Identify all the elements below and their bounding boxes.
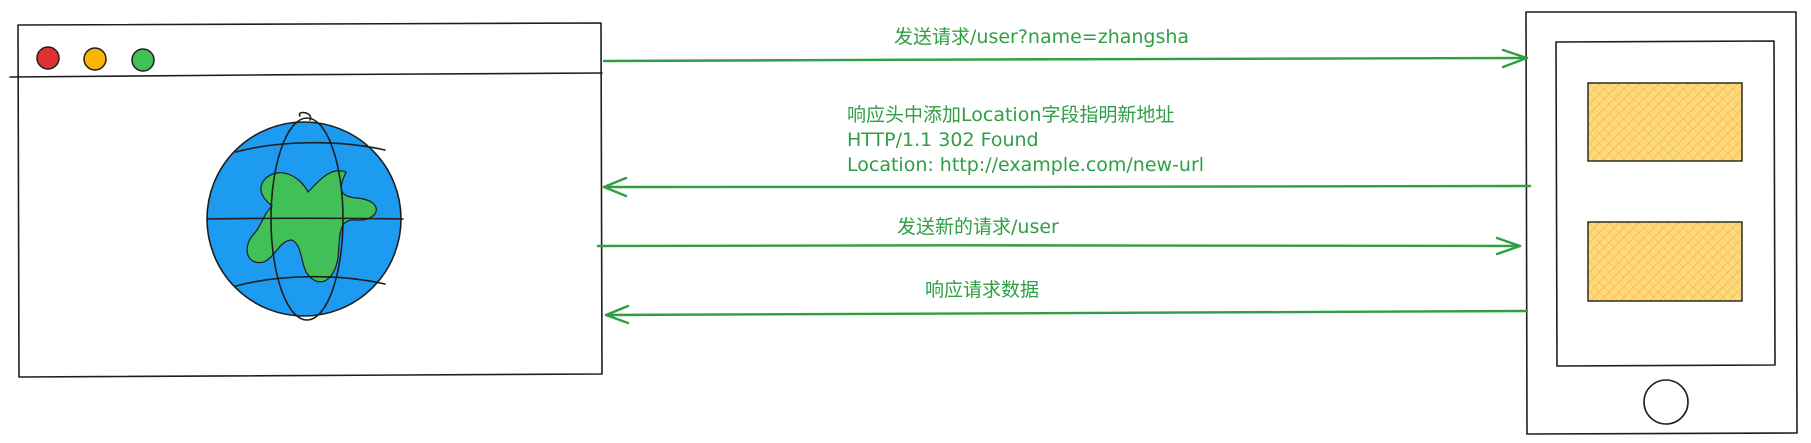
arrow-data-response (604, 304, 1529, 325)
server-device (1525, 11, 1798, 435)
redirect-label-line3: Location: http://example.com/new-url (847, 154, 1204, 176)
server-panel-bottom (1587, 221, 1743, 302)
globe-icon (206, 111, 404, 321)
arrow-new-request (596, 236, 1522, 256)
arrow-request (602, 48, 1529, 69)
maximize-dot-icon (131, 48, 155, 72)
browser-window (9, 22, 603, 378)
arrow-redirect-response (602, 176, 1532, 198)
server-panel-top (1587, 82, 1743, 162)
redirect-label-line1: 响应头中添加Location字段指明新地址 (847, 104, 1174, 126)
minimize-dot-icon (83, 47, 107, 71)
request-label: 发送请求/user?name=zhangsha (894, 26, 1189, 48)
data-response-label: 响应请求数据 (925, 279, 1039, 301)
redirect-label-line2: HTTP/1.1 302 Found (847, 129, 1039, 151)
close-dot-icon (36, 46, 60, 70)
redirect-flow-diagram: 发送请求/user?name=zhangsha 响应头中添加Location字段… (9, 11, 1798, 435)
browser-title-bar-divider (9, 72, 603, 78)
new-request-label: 发送新的请求/user (897, 216, 1059, 238)
home-button-icon (1643, 379, 1689, 425)
